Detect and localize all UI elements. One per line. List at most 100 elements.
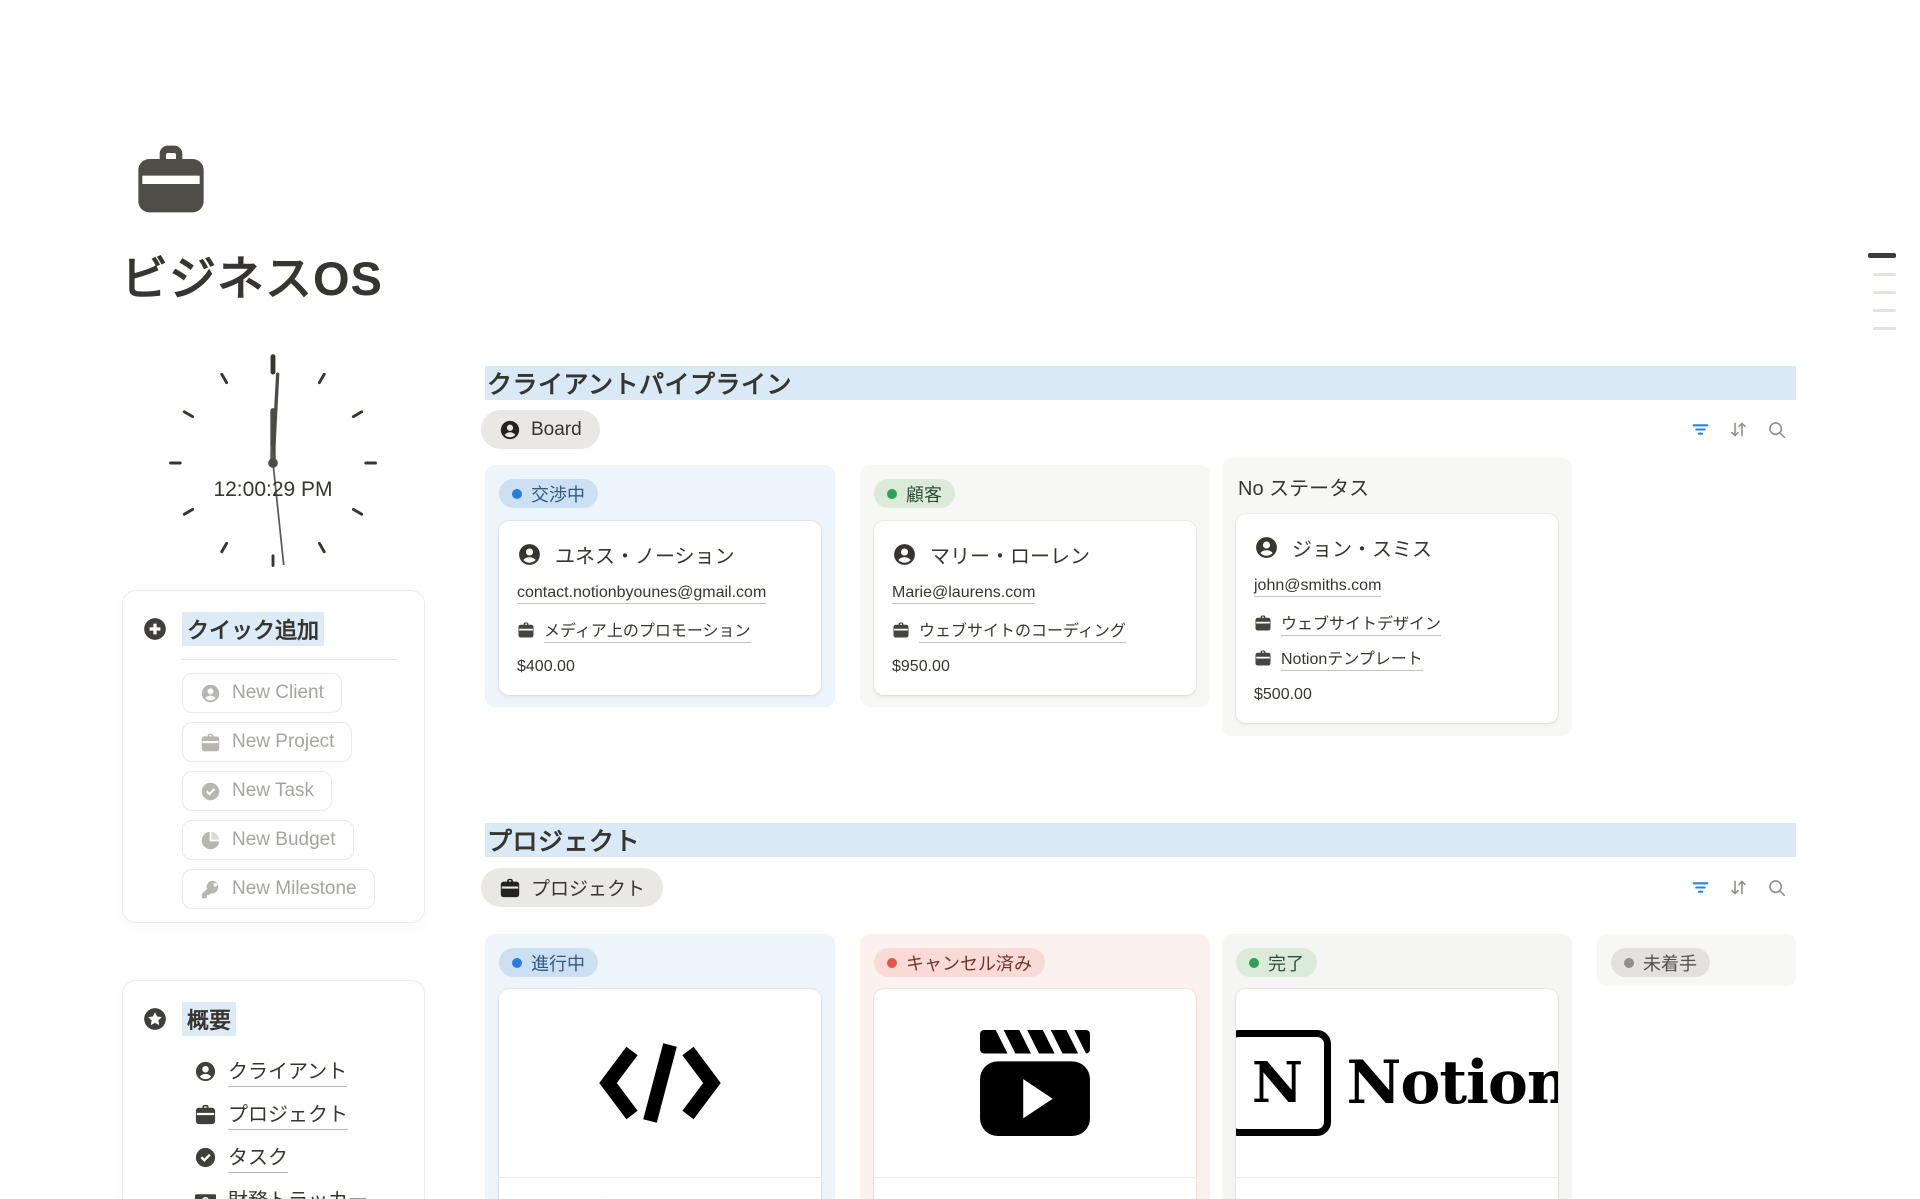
- new-milestone-button[interactable]: New Milestone: [182, 869, 375, 909]
- check-circle-icon: [200, 781, 221, 802]
- status-dot-icon: [512, 489, 522, 499]
- projects-section-header: プロジェクト: [485, 823, 1796, 857]
- project-cover-image: [499, 989, 821, 1178]
- person-icon: [892, 542, 917, 567]
- projects-column-in-progress: 進行中 ウェブサイトのコーディング: [485, 934, 835, 1199]
- overview-link-clients[interactable]: クライアント: [194, 1055, 347, 1087]
- analog-clock: 12:00:29 PM: [157, 347, 389, 579]
- overview-link-projects[interactable]: プロジェクト: [194, 1098, 348, 1130]
- person-icon: [194, 1060, 217, 1083]
- project-card-title: ウェブサイトのコーディング: [545, 1193, 804, 1199]
- toc-item[interactable]: [1873, 327, 1896, 330]
- new-task-button[interactable]: New Task: [182, 771, 332, 811]
- project-cover-image: [874, 989, 1196, 1178]
- new-client-button[interactable]: New Client: [182, 673, 342, 713]
- notion-wordmark: Notion: [1347, 1048, 1559, 1118]
- filter-icon[interactable]: [1690, 419, 1711, 440]
- board-view-button[interactable]: Board: [481, 410, 600, 449]
- plus-circle-icon: [142, 616, 168, 642]
- pipeline-column-no-status: No ステータス ジョン・スミス john@smiths.com ウェブサイトデ…: [1222, 458, 1572, 736]
- briefcase-icon: [200, 732, 221, 753]
- project-relation-link[interactable]: ウェブサイトデザイン: [1254, 610, 1540, 636]
- quick-add-title: クイック追加: [182, 612, 324, 646]
- project-relation-link[interactable]: メディア上のプロモーション: [517, 617, 803, 643]
- status-dot-icon: [512, 958, 522, 968]
- person-icon: [517, 542, 542, 567]
- status-pill[interactable]: 完了: [1236, 948, 1317, 977]
- toc-item[interactable]: [1873, 309, 1896, 312]
- status-pill[interactable]: 交渉中: [499, 479, 598, 508]
- no-status-label[interactable]: No ステータス: [1236, 475, 1371, 503]
- status-pill[interactable]: 顧客: [874, 479, 955, 508]
- briefcase-icon: [1254, 649, 1272, 667]
- pie-chart-icon: [200, 830, 221, 851]
- briefcase-icon: [1254, 614, 1272, 632]
- client-email[interactable]: Marie@laurens.com: [892, 584, 1035, 604]
- pipeline-section-header: クライアントパイプライン: [485, 366, 1796, 400]
- person-icon: [499, 419, 521, 441]
- search-icon[interactable]: [1766, 419, 1787, 440]
- person-icon: [1254, 535, 1279, 560]
- pipeline-column-negotiating: 交渉中 ユネス・ノーション contact.notionbyounes@gmai…: [485, 465, 835, 707]
- project-relation-link[interactable]: ウェブサイトのコーディング: [892, 617, 1178, 643]
- project-card[interactable]: ウェブサイトのコーディング: [499, 989, 821, 1199]
- status-pill[interactable]: 未着手: [1611, 948, 1710, 977]
- overview-card: 概要 クライアント プロジェクト タスク 財務トラッカー: [122, 980, 425, 1199]
- client-name: マリー・ローレン: [930, 540, 1090, 569]
- client-card[interactable]: ジョン・スミス john@smiths.com ウェブサイトデザイン Notio…: [1236, 514, 1558, 723]
- projects-title: プロジェクト: [485, 822, 640, 858]
- project-card[interactable]: メディア上のプロモーション: [874, 989, 1196, 1199]
- status-dot-icon: [887, 489, 897, 499]
- overview-link-tasks[interactable]: タスク: [194, 1141, 288, 1173]
- projects-column-done: 完了 N Notion Notionテンプレート: [1222, 934, 1572, 1199]
- project-cover-image: N Notion: [1236, 989, 1558, 1178]
- status-dot-icon: [1624, 958, 1634, 968]
- briefcase-icon: [194, 1103, 217, 1126]
- new-budget-button[interactable]: New Budget: [182, 820, 354, 860]
- briefcase-icon: [517, 621, 535, 639]
- toc-item[interactable]: [1868, 253, 1896, 258]
- briefcase-icon: [892, 621, 910, 639]
- code-icon: [596, 1039, 724, 1127]
- client-name: ジョン・スミス: [1292, 533, 1432, 562]
- project-card[interactable]: N Notion Notionテンプレート: [1236, 989, 1558, 1199]
- client-card[interactable]: ユネス・ノーション contact.notionbyounes@gmail.co…: [499, 521, 821, 695]
- briefcase-icon: [499, 877, 521, 899]
- projects-view-button[interactable]: プロジェクト: [481, 868, 663, 907]
- status-pill[interactable]: キャンセル済み: [874, 948, 1045, 977]
- star-circle-icon: [142, 1006, 168, 1032]
- overview-title: 概要: [182, 1002, 236, 1036]
- client-amount: $500.00: [1254, 686, 1540, 704]
- project-relation-link[interactable]: Notionテンプレート: [1254, 645, 1540, 671]
- movie-icon: [976, 1030, 1094, 1136]
- sort-icon[interactable]: [1728, 877, 1749, 898]
- status-pill[interactable]: 進行中: [499, 948, 598, 977]
- new-project-button[interactable]: New Project: [182, 722, 352, 762]
- sort-icon[interactable]: [1728, 419, 1749, 440]
- person-icon: [200, 683, 221, 704]
- client-name: ユネス・ノーション: [555, 540, 735, 569]
- search-icon[interactable]: [1766, 877, 1787, 898]
- clock-time: 12:00:29 PM: [157, 478, 389, 502]
- overview-link-finance[interactable]: 財務トラッカー: [194, 1184, 368, 1199]
- toc-item[interactable]: [1873, 291, 1896, 294]
- client-amount: $400.00: [517, 658, 803, 676]
- projects-column-cancelled: キャンセル済み メディア上のプロモーション: [860, 934, 1210, 1199]
- client-amount: $950.00: [892, 658, 1178, 676]
- briefcase-page-icon[interactable]: [131, 139, 211, 209]
- client-card[interactable]: マリー・ローレン Marie@laurens.com ウェブサイトのコーディング…: [874, 521, 1196, 695]
- client-email[interactable]: john@smiths.com: [1254, 577, 1381, 597]
- status-dot-icon: [887, 958, 897, 968]
- pipeline-column-customer: 顧客 マリー・ローレン Marie@laurens.com ウェブサイトのコーデ…: [860, 465, 1210, 707]
- check-circle-icon: [194, 1146, 217, 1169]
- notion-logo-icon: N: [1236, 1030, 1331, 1136]
- status-dot-icon: [1249, 958, 1259, 968]
- toc-item[interactable]: [1873, 273, 1896, 276]
- page-title: ビジネスOS: [121, 240, 383, 309]
- project-card-title: メディア上のプロモーション: [920, 1193, 1178, 1199]
- filter-icon[interactable]: [1690, 877, 1711, 898]
- banknote-icon: [194, 1189, 217, 1199]
- projects-column-not-started: 未着手: [1597, 934, 1796, 986]
- client-email[interactable]: contact.notionbyounes@gmail.com: [517, 584, 766, 604]
- key-icon: [200, 879, 221, 900]
